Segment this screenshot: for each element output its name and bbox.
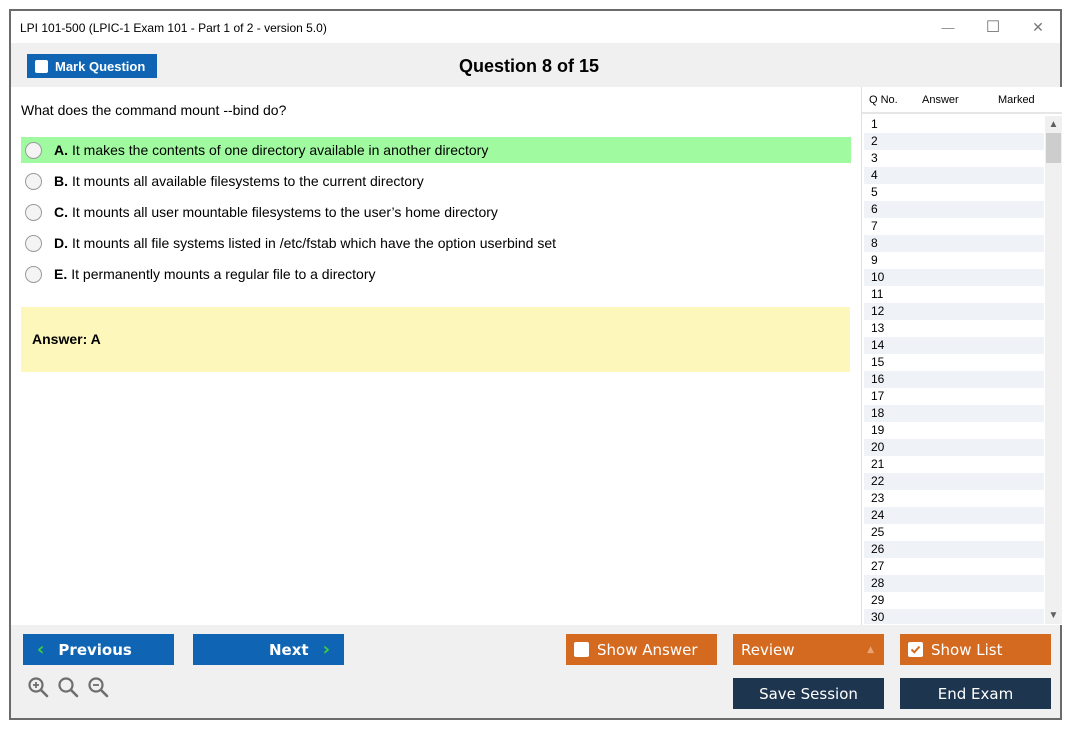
question-list: Q No. Answer Marked 1 2 3 4 5 6 7 8 9 10 11 12 13 14 1… [861,87,1063,625]
question-list-row[interactable]: 7 [864,218,1044,235]
question-list-row[interactable]: 10 [864,269,1044,286]
question-list-row[interactable]: 24 [864,507,1044,524]
option-letter: D. [54,235,68,251]
show-answer-checkbox-icon[interactable] [574,642,589,657]
radio-button-icon[interactable] [25,265,42,283]
scroll-up-icon[interactable]: ▲ [1045,116,1062,133]
window-title: LPI 101-500 (LPIC-1 Exam 101 - Part 1 of… [20,21,327,35]
zoom-reset-icon[interactable] [57,676,79,698]
question-list-row[interactable]: 2 [864,133,1044,150]
show-list-label: Show List [931,640,1003,659]
option-letter: C. [54,204,68,220]
save-session-button[interactable]: Save Session [733,678,884,709]
caret-up-icon: ▲ [867,644,874,655]
show-answer-label: Show Answer [597,640,698,659]
review-dropdown[interactable]: Review ▲ [733,634,884,665]
question-list-row[interactable]: 30 [864,609,1044,624]
save-session-label: Save Session [759,684,858,703]
question-list-row[interactable]: 19 [864,422,1044,439]
question-list-row[interactable]: 29 [864,592,1044,609]
column-header-marked[interactable]: Marked [998,94,1035,106]
option-letter: E. [54,266,68,282]
question-list-row[interactable]: 1 [864,116,1044,133]
option-a[interactable]: A. It makes the contents of one director… [21,137,851,163]
app-window: LPI 101-500 (LPIC-1 Exam 101 - Part 1 of… [9,9,1063,720]
chevron-right-icon: › [322,639,330,660]
question-list-row[interactable]: 21 [864,456,1044,473]
radio-button-icon[interactable] [25,172,42,190]
title-bar: LPI 101-500 (LPIC-1 Exam 101 - Part 1 of… [11,11,1060,43]
previous-button[interactable]: ‹ Previous [23,634,174,665]
question-list-body: 1 2 3 4 5 6 7 8 9 10 11 12 13 14 15 16 17 18 19 20 21 22 23 24 2… [864,116,1044,624]
question-list-row[interactable]: 18 [864,405,1044,422]
question-list-row[interactable]: 22 [864,473,1044,490]
question-list-row[interactable]: 6 [864,201,1044,218]
question-list-row[interactable]: 9 [864,252,1044,269]
close-button[interactable]: ✕ [1018,15,1058,39]
question-list-row[interactable]: 27 [864,558,1044,575]
question-list-row[interactable]: 17 [864,388,1044,405]
chevron-left-icon: ‹ [37,639,45,660]
question-list-row[interactable]: 20 [864,439,1044,456]
answer-text: Answer: A [32,331,101,347]
question-list-row[interactable]: 13 [864,320,1044,337]
show-list-button[interactable]: Show List [900,634,1051,665]
option-text: It makes the contents of one directory a… [72,142,489,158]
question-list-row[interactable]: 28 [864,575,1044,592]
column-header-qno[interactable]: Q No. [869,94,898,106]
question-panel: What does the command mount --bind do? A… [11,87,861,625]
question-list-row[interactable]: 15 [864,354,1044,371]
next-button[interactable]: Next › [193,634,344,665]
radio-button-icon[interactable] [25,141,42,159]
question-counter: Question 8 of 15 [458,56,600,76]
radio-button-icon[interactable] [25,203,42,221]
zoom-in-icon[interactable] [27,676,49,698]
question-list-row[interactable]: 26 [864,541,1044,558]
option-e[interactable]: E. It permanently mounts a regular file … [21,261,851,287]
minimize-button[interactable]: — [928,15,968,39]
end-exam-button[interactable]: End Exam [900,678,1051,709]
end-exam-label: End Exam [937,684,1014,703]
option-b[interactable]: B. It mounts all available filesystems t… [21,168,851,194]
maximize-icon: ☐ [985,19,1001,36]
question-list-row[interactable]: 4 [864,167,1044,184]
answer-box: Answer: A [21,307,850,372]
question-list-row[interactable]: 16 [864,371,1044,388]
option-text: It permanently mounts a regular file to … [71,266,376,282]
question-list-row[interactable]: 11 [864,286,1044,303]
radio-button-icon[interactable] [25,234,42,252]
maximize-button[interactable]: ☐ [973,15,1013,39]
option-text: It mounts all file systems listed in /et… [72,235,557,251]
question-list-row[interactable]: 8 [864,235,1044,252]
option-letter: B. [54,173,68,189]
previous-label: Previous [58,640,132,659]
column-header-answer[interactable]: Answer [922,94,959,106]
zoom-out-icon[interactable] [87,676,109,698]
show-answer-button[interactable]: Show Answer [566,634,717,665]
minimize-icon: — [941,19,955,35]
option-c[interactable]: C. It mounts all user mountable filesyst… [21,199,851,225]
option-text: It mounts all user mountable filesystems… [72,204,498,220]
question-list-row[interactable]: 3 [864,150,1044,167]
scroll-down-icon[interactable]: ▼ [1045,607,1062,624]
question-list-header: Q No. Answer Marked [862,87,1062,114]
close-icon: ✕ [1032,18,1044,35]
question-list-scrollbar[interactable]: ▲ ▼ [1045,116,1062,624]
question-list-row[interactable]: 25 [864,524,1044,541]
question-list-row[interactable]: 12 [864,303,1044,320]
review-label: Review [741,640,795,659]
question-list-row[interactable]: 14 [864,337,1044,354]
question-text: What does the command mount --bind do? [21,102,287,118]
scroll-thumb[interactable] [1046,133,1061,163]
question-list-row[interactable]: 23 [864,490,1044,507]
next-label: Next [269,640,309,659]
option-d[interactable]: D. It mounts all file systems listed in … [21,230,851,256]
question-list-row[interactable]: 5 [864,184,1044,201]
header-bar: Mark Question Question 8 of 15 [11,43,1060,87]
option-letter: A. [54,142,68,158]
show-list-checkbox-icon[interactable] [908,642,923,657]
option-text: It mounts all available filesystems to t… [72,173,424,189]
